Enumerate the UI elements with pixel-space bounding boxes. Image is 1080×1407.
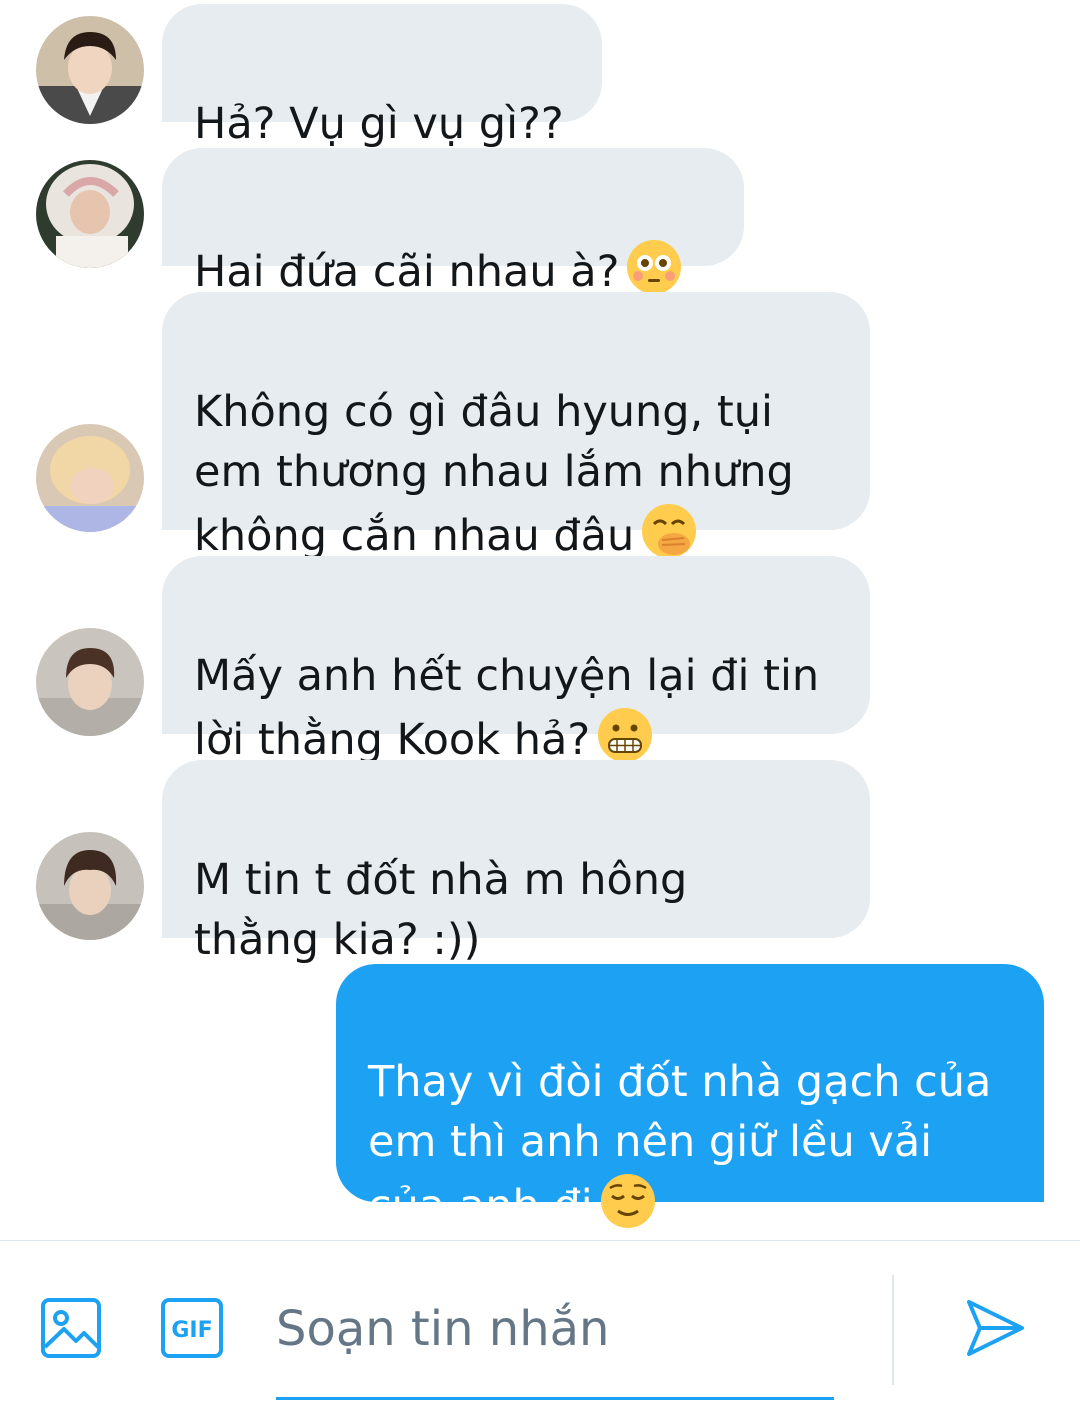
message-bubble: Mấy anh hết chuyện lại đi tin lời thằng … [162, 556, 870, 765]
avatar[interactable] [36, 832, 144, 940]
message-text: Hai đứa cãi nhau à? [194, 247, 620, 297]
avatar[interactable] [36, 424, 144, 532]
avatar[interactable] [36, 160, 144, 268]
message-text: Mấy anh hết chuyện lại đi tin lời thằng … [194, 651, 820, 765]
hand-over-mouth-emoji [640, 502, 698, 560]
message-bubble-outgoing: Thay vì đòi đốt nhà gạch của em thì anh … [336, 964, 1044, 1231]
input-underline [276, 1397, 834, 1400]
gif-icon[interactable]: GIF [160, 1297, 224, 1359]
gif-label: GIF [171, 1318, 212, 1343]
message-text: Thay vì đòi đốt nhà gạch của em thì anh … [368, 1057, 992, 1231]
message-composer: GIF Soạn tin nhắn [0, 1240, 1080, 1407]
send-icon[interactable] [964, 1297, 1026, 1359]
image-icon[interactable] [40, 1297, 102, 1359]
message-input[interactable]: Soạn tin nhắn [276, 1299, 609, 1359]
relieved-face-emoji [599, 1172, 657, 1230]
flushed-face-emoji [625, 238, 683, 296]
divider [892, 1275, 894, 1385]
avatar[interactable] [36, 16, 144, 124]
message-bubble: Không có gì đâu hyung, tụi em thương nha… [162, 292, 870, 561]
message-bubble: Hả? Vụ gì vụ gì?? [162, 4, 602, 149]
avatar[interactable] [36, 628, 144, 736]
message-text: Hả? Vụ gì vụ gì?? [194, 99, 564, 149]
message-text: M tin t đốt nhà m hông thằng kia? :)) [194, 855, 688, 965]
grimacing-face-emoji [596, 706, 654, 764]
message-text: Không có gì đâu hyung, tụi em thương nha… [194, 387, 794, 561]
message-bubble: Hai đứa cãi nhau à? [162, 148, 744, 297]
message-bubble: M tin t đốt nhà m hông thằng kia? :)) [162, 760, 870, 965]
